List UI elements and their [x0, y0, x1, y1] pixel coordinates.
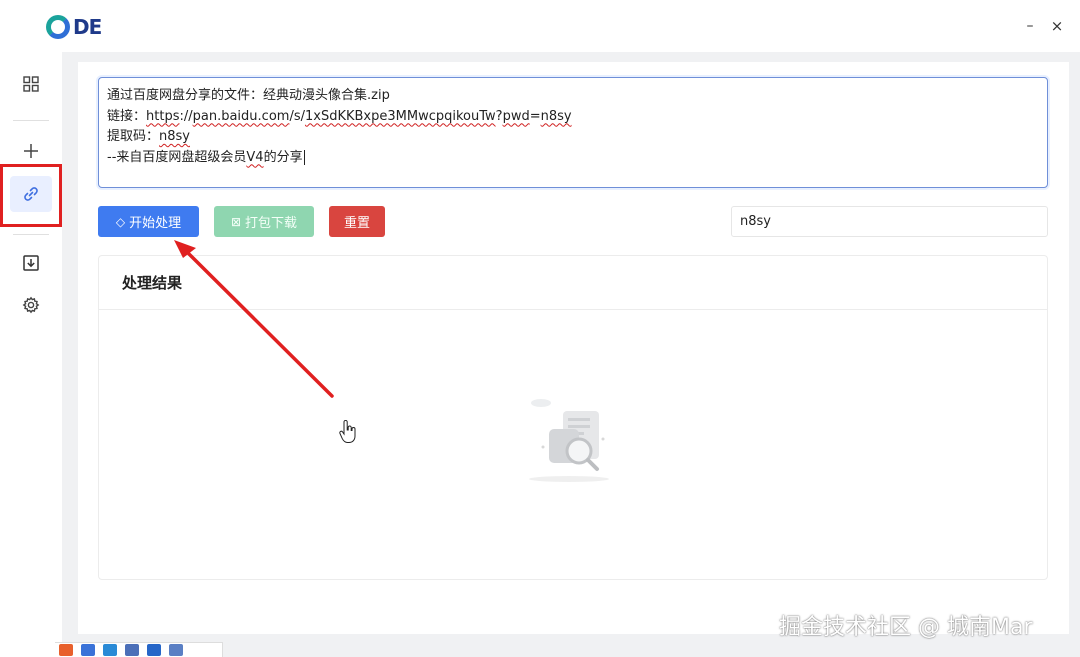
main-content: 通过百度网盘分享的文件：经典动漫头像合集.zip 链接：https://pan.…	[78, 62, 1069, 634]
tray-icon[interactable]	[125, 644, 139, 656]
source-part: V4	[246, 149, 264, 165]
logo-text: DE	[73, 15, 102, 39]
link-part: 1xSdKKBxpe3MMwcpqikouTw	[304, 108, 496, 124]
code-prefix: 提取码：	[107, 129, 160, 144]
link-prefix: 链接：	[107, 108, 147, 124]
pack-download-label: 打包下载	[245, 216, 298, 231]
text-caret	[303, 149, 305, 165]
link-part: =	[529, 108, 541, 124]
sidebar-divider	[13, 234, 49, 235]
annotation-highlight-box	[0, 164, 62, 227]
sidebar-item-dashboard[interactable]	[10, 66, 52, 102]
link-part: n8sy	[540, 108, 572, 124]
grid-icon	[23, 76, 39, 92]
tray-icon[interactable]	[103, 644, 117, 656]
process-icon: ◇	[115, 214, 126, 229]
gear-icon	[22, 296, 40, 314]
source-part: 的分享	[263, 149, 303, 165]
link-part: ?	[495, 108, 503, 124]
close-button[interactable]: ×	[1047, 16, 1067, 36]
link-part: https	[146, 108, 180, 124]
plus-icon	[24, 144, 38, 158]
link-part: pan.baidu.com	[192, 108, 290, 124]
link-part: /s/	[289, 108, 305, 124]
share-line-filename: 通过百度网盘分享的文件：经典动漫头像合集.zip	[107, 88, 390, 103]
link-part: pwd	[502, 108, 530, 124]
extract-code-input[interactable]: n8sy	[731, 206, 1048, 237]
title-bar: DE – ×	[0, 0, 1080, 52]
pack-download-button[interactable]: ⊠ 打包下载	[214, 206, 314, 237]
download-icon	[23, 255, 39, 271]
reset-button[interactable]: 重置	[329, 206, 385, 237]
watermark-text: 掘金技术社区 @ 城南Mar	[779, 615, 1033, 640]
hand-cursor-icon	[339, 420, 356, 443]
minimize-button[interactable]: –	[1020, 16, 1040, 36]
share-link-textarea[interactable]: 通过百度网盘分享的文件：经典动漫头像合集.zip 链接：https://pan.…	[98, 77, 1048, 188]
start-process-button[interactable]: ◇ 开始处理	[98, 206, 199, 237]
logo-ring-icon	[46, 15, 70, 39]
link-part: ://	[179, 108, 193, 124]
result-panel: 处理结果	[98, 255, 1048, 580]
sidebar-item-download[interactable]	[10, 245, 52, 281]
ime-icon[interactable]	[81, 644, 95, 656]
sidebar	[0, 52, 62, 657]
reset-label: 重置	[343, 216, 370, 231]
tray-icon[interactable]	[169, 644, 183, 656]
start-process-label: 开始处理	[129, 216, 182, 231]
sidebar-item-settings[interactable]	[10, 287, 52, 323]
tray-icon[interactable]	[147, 644, 161, 656]
code-value: n8sy	[159, 129, 190, 144]
app-window: DE – × 通过百度网盘分享的文件：经典动漫头像合集.zip 链接：https…	[0, 0, 1080, 657]
share-line-link: 链接：https://pan.baidu.com/s/1xSdKKBxpe3MM…	[107, 107, 1039, 128]
sidebar-divider	[13, 120, 49, 121]
result-title: 处理结果	[99, 256, 1047, 310]
share-line-source: --来自百度网盘超级会员V4的分享	[107, 148, 1039, 169]
html-app-icon[interactable]	[59, 644, 73, 656]
app-logo: DE	[46, 14, 102, 40]
source-part: --来自百度网盘超级会员	[107, 149, 247, 165]
share-line-code: 提取码：n8sy	[107, 127, 1039, 148]
taskbar-strip	[55, 642, 223, 657]
package-icon: ⊠	[230, 214, 242, 229]
empty-state-icon	[529, 399, 609, 482]
